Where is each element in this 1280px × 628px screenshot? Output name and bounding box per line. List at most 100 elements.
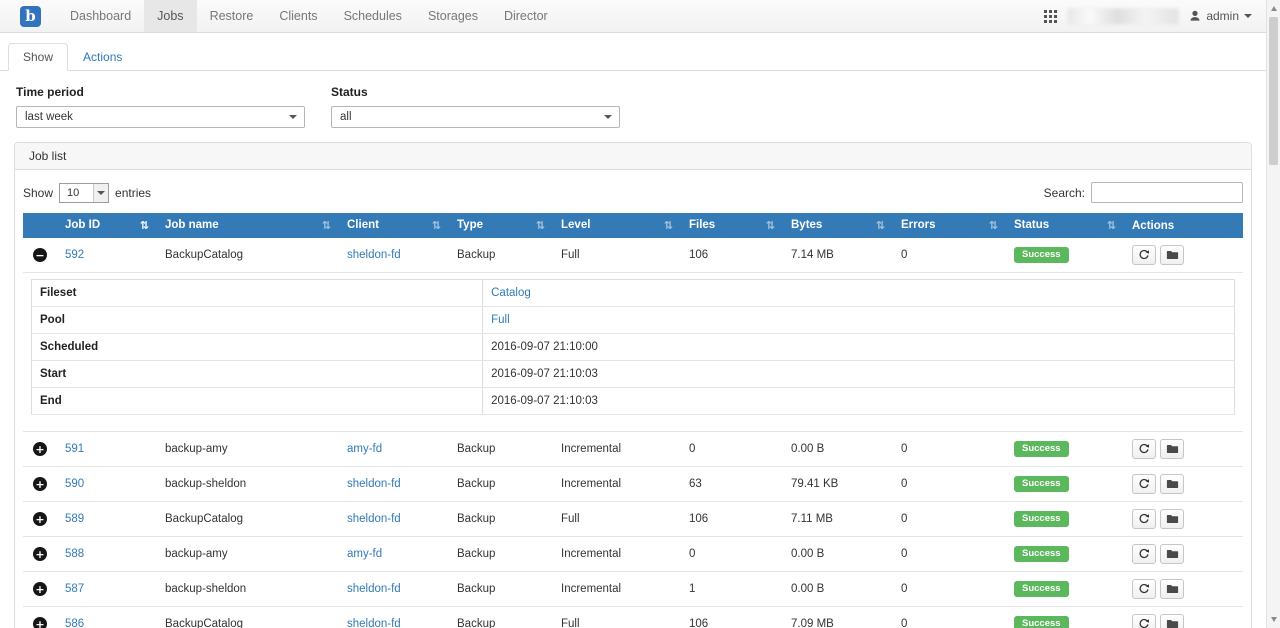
- job-id-link[interactable]: 586: [65, 618, 84, 628]
- expand-row-icon[interactable]: +: [33, 442, 47, 456]
- column-header-status[interactable]: ⇅Status: [1006, 213, 1124, 238]
- client-link[interactable]: sheldon-fd: [347, 478, 401, 490]
- client-link[interactable]: sheldon-fd: [347, 513, 401, 525]
- restart-job-button[interactable]: [1132, 439, 1156, 459]
- client-link[interactable]: sheldon-fd: [347, 583, 401, 595]
- sort-icon[interactable]: ⇅: [989, 219, 998, 232]
- sort-icon[interactable]: ⇅: [140, 219, 149, 232]
- job-id-link[interactable]: 588: [65, 548, 84, 560]
- column-header-bytes[interactable]: ⇅Bytes: [783, 213, 893, 238]
- status-badge: Success: [1014, 511, 1069, 527]
- filters-section: Time period last week Status all: [0, 71, 1266, 142]
- detail-label: Pool: [32, 307, 483, 334]
- column-header-errors[interactable]: ⇅Errors: [893, 213, 1006, 238]
- sort-icon[interactable]: ⇅: [766, 219, 775, 232]
- time-period-label: Time period: [16, 85, 305, 99]
- nav-item-schedules[interactable]: Schedules: [331, 0, 415, 32]
- job-files-button[interactable]: [1160, 245, 1184, 265]
- expand-row-icon[interactable]: +: [33, 582, 47, 596]
- level-cell: Incremental: [553, 572, 681, 607]
- detail-value-link[interactable]: Catalog: [491, 287, 531, 299]
- panel-title: Job list: [15, 143, 1251, 170]
- page-scrollbar[interactable]: [1266, 0, 1280, 628]
- column-header-job-id[interactable]: ⇅Job ID: [57, 213, 157, 238]
- page-content: b DashboardJobsRestoreClientsSchedulesSt…: [0, 0, 1266, 628]
- files-cell: 63: [681, 467, 783, 502]
- nav-item-clients[interactable]: Clients: [266, 0, 330, 32]
- job-id-link[interactable]: 591: [65, 443, 84, 455]
- restart-job-button[interactable]: [1132, 579, 1156, 599]
- type-cell: Backup: [449, 502, 553, 537]
- files-cell: 1: [681, 572, 783, 607]
- job-files-button[interactable]: [1160, 439, 1184, 459]
- detail-value: 2016-09-07 21:10:03: [483, 361, 1235, 388]
- column-header-level[interactable]: ⇅ Level: [553, 213, 681, 238]
- sort-icon[interactable]: ⇅: [432, 219, 441, 232]
- restart-icon: [1138, 583, 1150, 595]
- job-files-button[interactable]: [1160, 544, 1184, 564]
- tab-show[interactable]: Show: [8, 43, 68, 71]
- sort-icon[interactable]: ⇅: [1107, 219, 1116, 232]
- restart-icon: [1138, 478, 1150, 490]
- scrollbar-up-arrow[interactable]: [1267, 1, 1280, 16]
- job-id-link[interactable]: 590: [65, 478, 84, 490]
- caret-down-icon: [604, 115, 612, 119]
- sort-icon[interactable]: ⇅: [322, 219, 331, 232]
- nav-item-director[interactable]: Director: [491, 0, 561, 32]
- nav-item-restore[interactable]: Restore: [197, 0, 267, 32]
- client-link[interactable]: amy-fd: [347, 443, 382, 455]
- errors-cell: 0: [893, 502, 1006, 537]
- tab-actions[interactable]: Actions: [68, 43, 137, 71]
- restart-job-button[interactable]: [1132, 509, 1156, 529]
- job-files-button[interactable]: [1160, 614, 1184, 628]
- nav-item-storages[interactable]: Storages: [415, 0, 491, 32]
- job-files-button[interactable]: [1160, 474, 1184, 494]
- expand-row-icon[interactable]: +: [33, 547, 47, 561]
- time-period-select[interactable]: last week: [16, 106, 305, 128]
- files-cell: 0: [681, 432, 783, 467]
- app-logo[interactable]: b: [20, 6, 41, 27]
- job-id-link[interactable]: 587: [65, 583, 84, 595]
- restart-icon: [1138, 249, 1150, 261]
- user-menu[interactable]: admin: [1189, 9, 1252, 23]
- scrollbar-down-arrow[interactable]: [1267, 612, 1280, 627]
- expand-row-icon[interactable]: +: [33, 617, 47, 628]
- length-prefix-label: Show: [23, 186, 53, 200]
- job-id-link[interactable]: 589: [65, 513, 84, 525]
- client-link[interactable]: sheldon-fd: [347, 618, 401, 628]
- search-input[interactable]: [1091, 182, 1243, 203]
- collapse-row-icon[interactable]: −: [33, 248, 47, 262]
- column-header-files[interactable]: ⇅Files: [681, 213, 783, 238]
- folder-icon: [1166, 513, 1179, 525]
- type-cell: Backup: [449, 537, 553, 572]
- job-id-link[interactable]: 592: [65, 249, 84, 261]
- client-link[interactable]: amy-fd: [347, 548, 382, 560]
- sort-icon[interactable]: ⇅: [664, 219, 673, 232]
- apps-grid-icon[interactable]: [1044, 10, 1057, 23]
- restart-job-button[interactable]: [1132, 245, 1156, 265]
- nav-item-dashboard[interactable]: Dashboard: [57, 0, 144, 32]
- expand-row-icon[interactable]: +: [33, 477, 47, 491]
- column-header-type[interactable]: ⇅Type: [449, 213, 553, 238]
- restart-job-button[interactable]: [1132, 544, 1156, 564]
- restart-job-button[interactable]: [1132, 474, 1156, 494]
- expand-row-icon[interactable]: +: [33, 512, 47, 526]
- column-label: Level: [561, 219, 590, 231]
- sort-icon[interactable]: ⇅: [876, 219, 885, 232]
- level-cell: Full: [553, 238, 681, 273]
- sort-icon[interactable]: ⇅: [536, 219, 545, 232]
- job-files-button[interactable]: [1160, 579, 1184, 599]
- job-files-button[interactable]: [1160, 509, 1184, 529]
- scrollbar-thumb[interactable]: [1269, 17, 1278, 165]
- column-header-client[interactable]: ⇅Client: [339, 213, 449, 238]
- entries-per-page-select[interactable]: 10: [59, 183, 109, 203]
- nav-item-jobs[interactable]: Jobs: [144, 0, 196, 32]
- status-select[interactable]: all: [331, 106, 620, 128]
- job-list-panel: Job list Show 10 entries Search:: [14, 142, 1252, 628]
- client-link[interactable]: sheldon-fd: [347, 249, 401, 261]
- restart-job-button[interactable]: [1132, 614, 1156, 628]
- bytes-cell: 7.11 MB: [783, 502, 893, 537]
- detail-value-link[interactable]: Full: [491, 314, 510, 326]
- column-header-actions[interactable]: Actions: [1124, 213, 1243, 238]
- column-header-job-name[interactable]: ⇅Job name: [157, 213, 339, 238]
